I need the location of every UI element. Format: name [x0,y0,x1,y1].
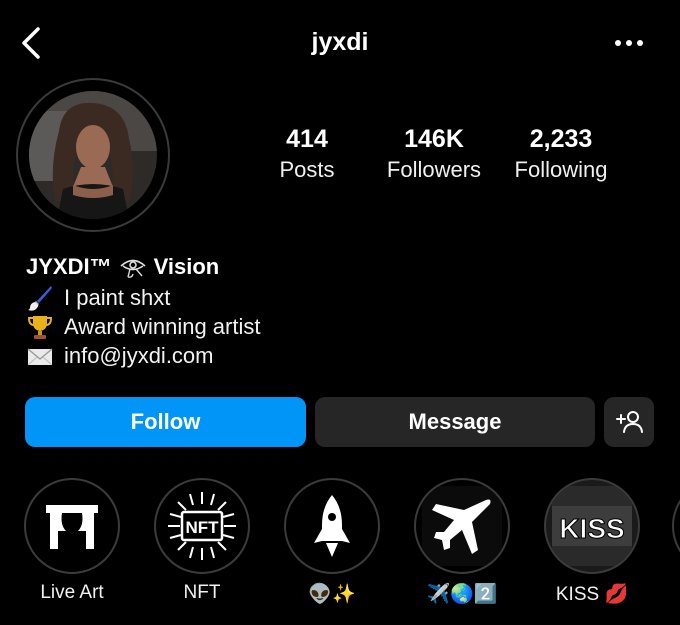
highlight-kiss[interactable]: KISS KISS 💋 [542,478,642,606]
highlight-cover [414,478,510,574]
add-person-icon [616,411,643,433]
followers-label: Followers [386,157,482,182]
highlight-aliens[interactable]: 👽✨ [282,478,382,606]
theater-curtain-icon [46,505,98,549]
profile-photo [29,91,157,219]
bio-email-link[interactable]: info@jyxdi.com [64,343,214,369]
highlight-label: ✈️🌏2️⃣ [426,584,498,605]
avatar[interactable] [29,91,157,219]
envelope-icon [27,348,53,366]
message-button[interactable]: Message [315,397,595,447]
eye-of-horus-icon [120,259,146,278]
more-horizontal-icon [615,40,643,46]
highlight-travel[interactable]: ✈️🌏2️⃣ [412,478,512,606]
paintbrush-icon [28,286,52,311]
highlight-cover: KISS [544,478,640,574]
posts-stat[interactable]: 414 Posts [266,124,348,184]
highlight-label: 👽✨ [308,584,356,605]
bio-line: Award winning artist [26,313,260,341]
highlight-cover [24,478,120,574]
profile-username-title: jyxdi [311,28,369,56]
following-label: Following [514,157,608,182]
posts-label: Posts [279,157,335,182]
highlight-cover [284,478,380,574]
highlight-partial[interactable] [672,478,680,574]
highlight-live-art[interactable]: Live Art [22,478,122,604]
highlight-nft[interactable]: NFT NFT [152,478,252,604]
profile-display-name: JYXDI™ Vision [26,254,219,280]
svg-text:NFT: NFT [185,518,219,537]
nft-chip-icon: NFT [168,492,236,560]
following-stat[interactable]: 2,233 Following [506,124,616,184]
highlight-label: KISS 💋 [555,584,629,605]
follow-button[interactable]: Follow [25,397,306,447]
highlight-cover [672,478,680,574]
airplane-icon [422,486,502,566]
suggested-users-button[interactable] [604,397,654,447]
bio-text: Award winning artist [64,314,261,339]
followers-count: 146K [404,125,464,153]
bio-text: I paint shxt [64,285,171,310]
bio-line: I paint shxt [26,284,170,312]
trophy-icon [27,316,53,339]
highlight-label: NFT [183,582,221,603]
bio-line: info@jyxdi.com [26,342,214,370]
display-name-suffix: Vision [153,254,220,279]
followers-stat[interactable]: 146K Followers [380,124,488,184]
kiss-logo-icon: KISS [552,486,632,566]
highlight-cover: NFT [154,478,250,574]
svg-text:KISS: KISS [559,513,624,544]
rocket-icon [314,495,350,557]
display-name-text: JYXDI™ [26,254,112,279]
highlight-label: Live Art [40,582,104,603]
following-count: 2,233 [529,125,593,153]
more-options-button[interactable] [610,30,650,56]
posts-count: 414 [286,125,328,153]
